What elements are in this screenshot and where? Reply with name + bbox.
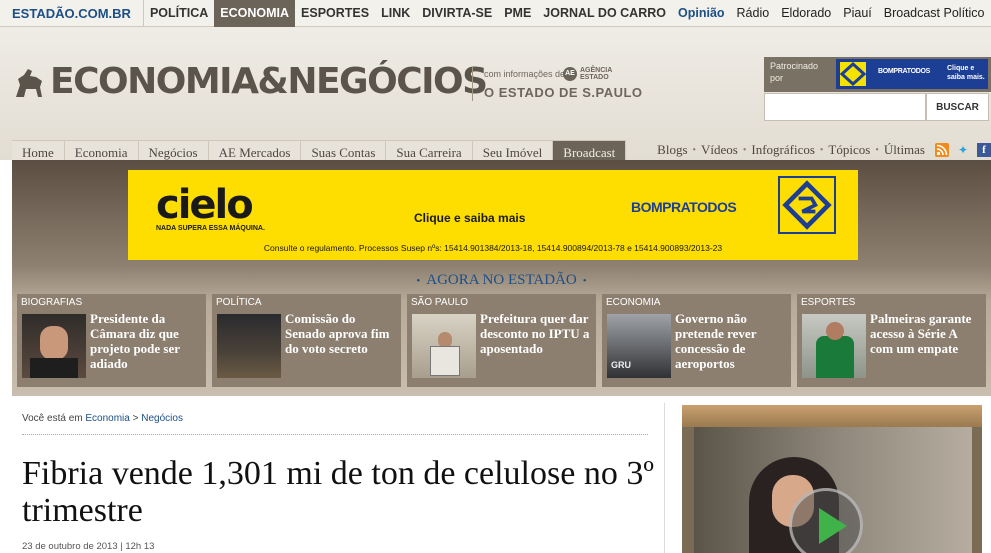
portrait-face xyxy=(40,326,68,360)
card-title[interactable]: Presidente da Câmara diz que projeto pod… xyxy=(90,311,202,371)
cielo-tagline: NADA SUPERA ESSA MÁQUINA. xyxy=(156,225,265,232)
util-separator: • xyxy=(819,144,824,156)
horse-rider-logo-icon[interactable] xyxy=(12,67,46,99)
card-title[interactable]: Governo não pretende rever concessão de … xyxy=(675,311,787,371)
card-category[interactable]: SÃO PAULO xyxy=(411,297,468,308)
play-button[interactable] xyxy=(789,488,863,553)
news-card[interactable]: BIOGRAFIAS Presidente da Câmara diz que … xyxy=(17,294,206,387)
facebook-icon[interactable]: f xyxy=(977,143,991,157)
card-thumbnail-politician[interactable] xyxy=(22,314,86,378)
agencia-estado-icon: AE xyxy=(563,67,577,81)
agencia-estado-label: AGÊNCIA ESTADO xyxy=(580,67,612,81)
breadcrumb-divider xyxy=(22,434,648,435)
search-input[interactable] xyxy=(764,93,926,121)
util-separator: • xyxy=(742,144,747,156)
topnav-item-esportes[interactable]: ESPORTES xyxy=(295,0,375,27)
twitter-bird-icon[interactable]: ✦ xyxy=(956,143,970,157)
topnav-item-pme[interactable]: PME xyxy=(498,0,537,27)
bullet-icon: • xyxy=(582,275,587,287)
card-thumbnail-elderly[interactable] xyxy=(412,314,476,378)
card-thumbnail-palmeiras[interactable] xyxy=(802,314,866,378)
card-thumbnail-senate[interactable] xyxy=(217,314,281,378)
cielo-logo: cielo xyxy=(156,182,254,228)
sponsor-box: Patrocinado por BOMPRATODOS Clique e sai… xyxy=(764,57,991,92)
rss-icon[interactable] xyxy=(935,143,949,157)
video-player[interactable] xyxy=(682,405,982,553)
util-link-videos[interactable]: Vídeos xyxy=(698,142,741,158)
agora-heading: • AGORA NO ESTADÃO • xyxy=(12,272,991,289)
util-link-infograficos[interactable]: Infográficos xyxy=(748,142,818,158)
utility-links: Blogs • Vídeos • Infográficos • Tópicos … xyxy=(654,140,991,160)
sponsor-cta: Clique e saiba mais. xyxy=(947,65,985,81)
news-card[interactable]: SÃO PAULO Prefeitura quer dar desconto n… xyxy=(407,294,596,387)
topnav-item-divirta-se[interactable]: DIVIRTA-SE xyxy=(416,0,498,27)
sponsor-label: Patrocinado por xyxy=(770,61,819,83)
util-link-blogs[interactable]: Blogs xyxy=(654,142,690,158)
info-source-label: com informações de xyxy=(484,69,566,79)
card-category[interactable]: BIOGRAFIAS xyxy=(21,297,82,308)
ad-legal-text: Consulte o regulamento. Processos Susep … xyxy=(263,243,723,253)
topnav-item-radio[interactable]: Rádio xyxy=(731,0,776,27)
topnav-item-politica[interactable]: POLÍTICA xyxy=(144,0,214,27)
util-separator: • xyxy=(875,144,879,156)
breadcrumb-economia[interactable]: Economia xyxy=(85,413,129,424)
card-category[interactable]: ECONOMIA xyxy=(606,297,660,308)
top-nav: ESTADÃO.COM.BR POLÍTICA ECONOMIA ESPORTE… xyxy=(0,0,991,27)
card-title[interactable]: Comissão do Senado aprova fim do voto se… xyxy=(285,311,397,356)
portrait-suit xyxy=(30,358,78,378)
card-category[interactable]: ESPORTES xyxy=(801,297,855,308)
breadcrumb-negocios[interactable]: Negócios xyxy=(141,413,183,424)
title-divider xyxy=(472,67,473,101)
content-divider xyxy=(664,403,665,553)
section-title[interactable]: ECONOMIA&NEGÓCIOS xyxy=(50,61,488,102)
breadcrumb: Você está em Economia > Negócios xyxy=(22,413,183,424)
breadcrumb-separator: > xyxy=(132,413,139,424)
sponsor-banner[interactable]: BOMPRATODOS Clique e saiba mais. xyxy=(836,59,988,89)
topnav-item-economia[interactable]: ECONOMIA xyxy=(214,0,296,27)
card-category[interactable]: POLÍTICA xyxy=(216,297,262,308)
banco-do-brasil-logo-icon xyxy=(840,62,866,86)
estadao-home-link[interactable]: ESTADÃO.COM.BR xyxy=(0,0,144,27)
search-button[interactable]: BUSCAR xyxy=(926,93,989,121)
banco-do-brasil-logo-icon xyxy=(778,176,836,234)
util-link-ultimas[interactable]: Últimas xyxy=(881,142,928,158)
cielo-ad-banner[interactable]: cielo NADA SUPERA ESSA MÁQUINA. Clique e… xyxy=(128,170,858,260)
player-jersey xyxy=(816,336,854,378)
agora-title[interactable]: AGORA NO ESTADÃO xyxy=(426,272,576,288)
player-face xyxy=(826,322,844,340)
play-icon xyxy=(819,508,847,544)
util-link-topicos[interactable]: Tópicos xyxy=(825,142,873,158)
ad-partner-name: BOMPRATODOS xyxy=(631,199,737,215)
breadcrumb-prefix: Você está em xyxy=(22,413,83,424)
topnav-item-opiniao[interactable]: Opinião xyxy=(672,0,731,27)
card-thumbnail-airport[interactable]: GRU xyxy=(607,314,671,378)
estado-label: ESTADO xyxy=(580,74,609,81)
topnav-item-eldorado[interactable]: Eldorado xyxy=(775,0,837,27)
news-card[interactable]: ECONOMIA GRU Governo não pretende rever … xyxy=(602,294,791,387)
video-frame xyxy=(682,405,982,427)
topnav-item-link[interactable]: LINK xyxy=(375,0,416,27)
util-separator: • xyxy=(692,144,697,156)
agencia-label: AGÊNCIA xyxy=(580,67,613,74)
newspaper-name: O ESTADO DE S.PAULO xyxy=(484,85,643,100)
ad-cta[interactable]: Clique e saiba mais xyxy=(414,211,525,225)
agora-band: cielo NADA SUPERA ESSA MÁQUINA. Clique e… xyxy=(12,160,991,396)
topnav-item-jornal-do-carro[interactable]: JORNAL DO CARRO xyxy=(537,0,672,27)
topnav-item-piaui[interactable]: Piauí xyxy=(837,0,878,27)
news-card[interactable]: ESPORTES Palmeiras garante acesso à Séri… xyxy=(797,294,986,387)
topnav-item-broadcast-politico[interactable]: Broadcast Político xyxy=(878,0,991,27)
sponsor-tagline: BOMPRATODOS xyxy=(878,68,931,75)
airport-sign: GRU xyxy=(611,360,631,370)
article-date: 23 de outubro de 2013 | 12h 13 xyxy=(22,541,155,552)
bullet-icon: • xyxy=(416,275,421,287)
card-title[interactable]: Palmeiras garante acesso à Série A com u… xyxy=(870,311,982,356)
card-title[interactable]: Prefeitura quer dar desconto no IPTU a a… xyxy=(480,311,592,356)
news-card[interactable]: POLÍTICA Comissão do Senado aprova fim d… xyxy=(212,294,401,387)
article-title: Fibria vende 1,301 mi de ton de celulose… xyxy=(22,455,654,529)
rocking-chair xyxy=(430,346,460,376)
